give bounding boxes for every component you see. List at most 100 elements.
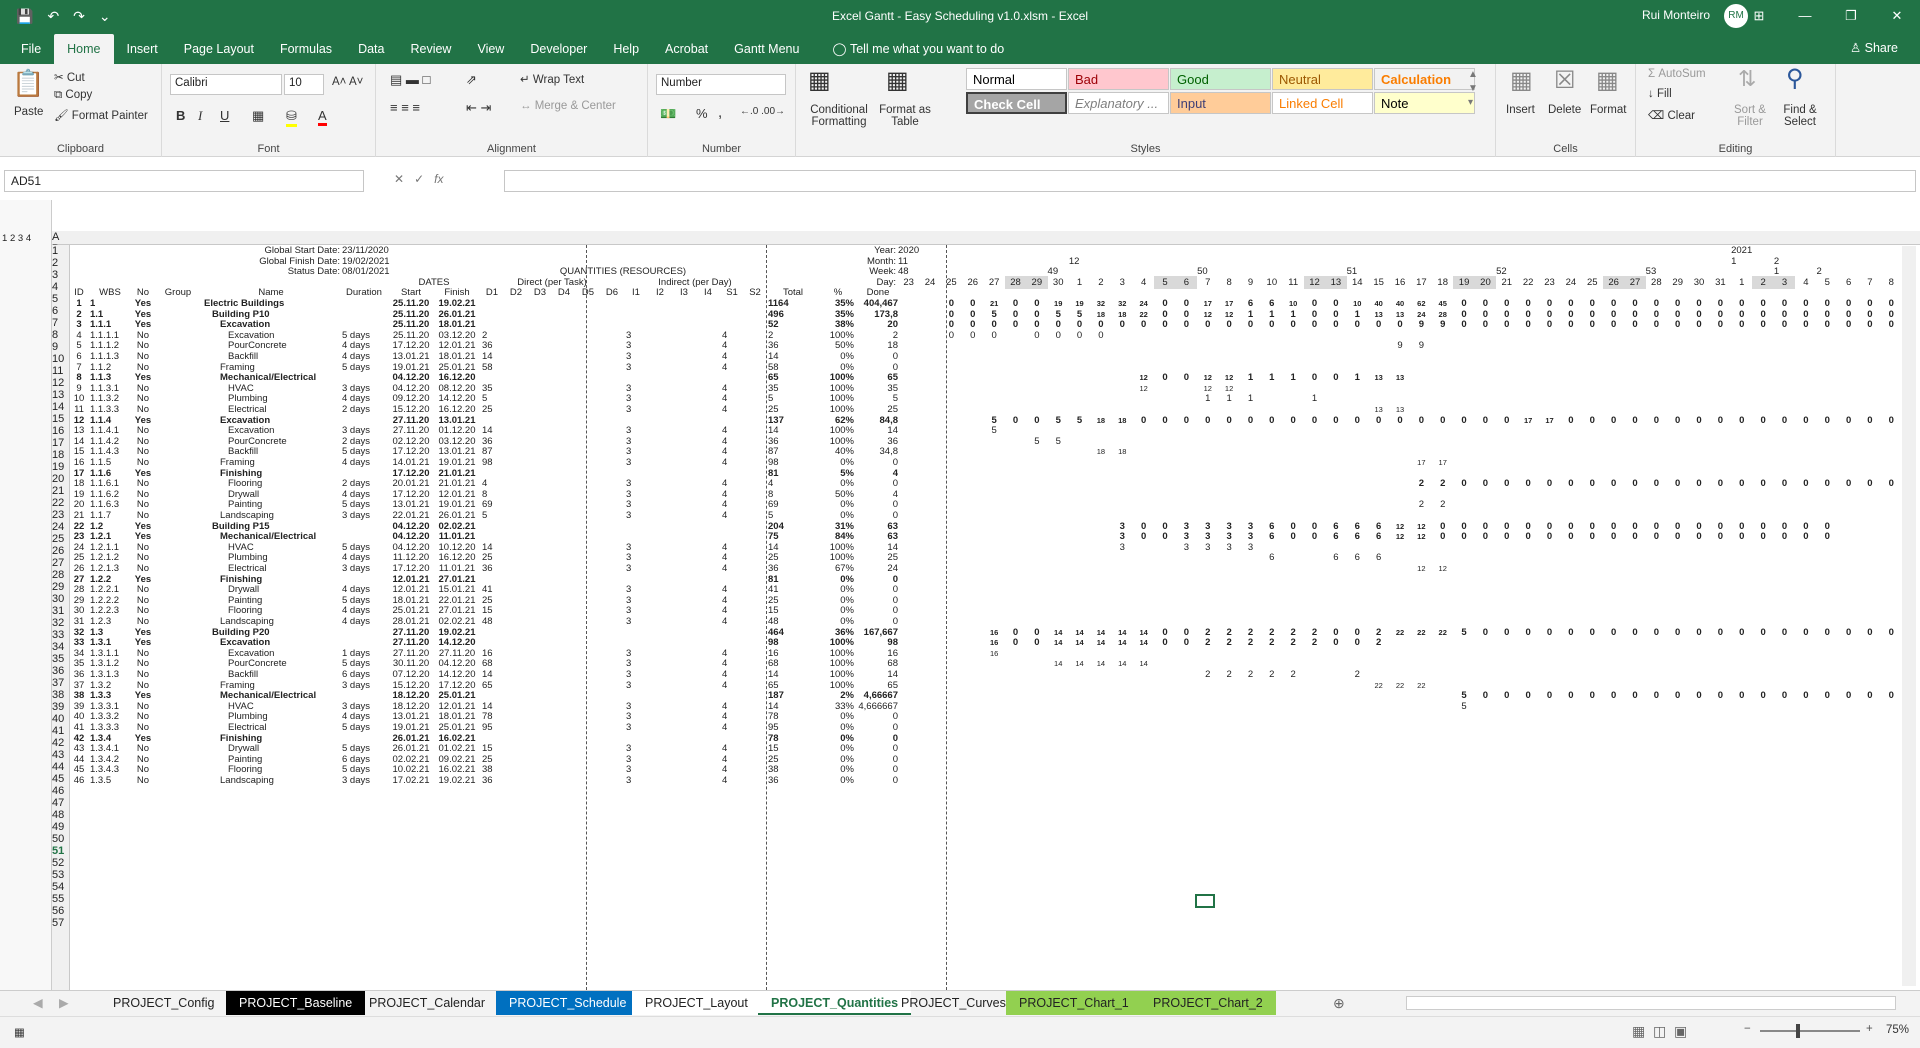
row-header[interactable]: 25: [52, 533, 69, 545]
close-button[interactable]: ✕: [1874, 0, 1920, 32]
row-header[interactable]: 24: [52, 521, 69, 533]
cell-style-check-cell[interactable]: Check Cell: [966, 92, 1067, 114]
comma-button[interactable]: ,: [718, 104, 722, 121]
delete-button[interactable]: Delete: [1548, 104, 1581, 116]
clear-button[interactable]: ⌫ Clear: [1648, 108, 1695, 122]
row-header[interactable]: 52: [52, 857, 69, 869]
zoom-slider-thumb[interactable]: [1796, 1024, 1800, 1038]
indent-icon[interactable]: ⇤ ⇥: [466, 100, 491, 116]
merge-center-button[interactable]: ↔ Merge & Center: [520, 100, 616, 112]
row-header[interactable]: 36: [52, 665, 69, 677]
format-cells-icon[interactable]: ▦: [1596, 66, 1619, 95]
row-header[interactable]: 13: [52, 389, 69, 401]
row-header[interactable]: 16: [52, 425, 69, 437]
font-size-select[interactable]: 10: [284, 74, 324, 95]
cell-style-bad[interactable]: Bad: [1068, 68, 1169, 90]
formula-input[interactable]: [504, 170, 1916, 192]
cell-style-good[interactable]: Good: [1170, 68, 1271, 90]
tell-me-search[interactable]: ◯ Tell me what you want to do: [832, 34, 1004, 64]
sort-filter-icon[interactable]: ⇅: [1738, 66, 1756, 92]
conditional-formatting-button[interactable]: Conditional Formatting: [808, 104, 870, 128]
grow-font-icon[interactable]: A˄ A˅: [332, 76, 363, 88]
row-header[interactable]: 3: [52, 269, 69, 281]
tab-insert[interactable]: Insert: [114, 34, 171, 64]
zoom-slider[interactable]: [1760, 1030, 1860, 1032]
cell-style-normal[interactable]: Normal: [966, 68, 1067, 90]
row-header[interactable]: 34: [52, 641, 69, 653]
italic-button[interactable]: I: [198, 108, 202, 124]
fx-icon[interactable]: fx: [434, 172, 443, 186]
sheet-tab-project-layout[interactable]: PROJECT_Layout: [632, 991, 761, 1015]
row-header[interactable]: 39: [52, 701, 69, 713]
tab-view[interactable]: View: [464, 34, 517, 64]
insert-button[interactable]: Insert: [1506, 104, 1535, 116]
enter-icon[interactable]: ✓: [414, 172, 424, 186]
tab-file[interactable]: File: [8, 34, 54, 64]
row-header[interactable]: 54: [52, 881, 69, 893]
format-button[interactable]: Format: [1590, 104, 1626, 116]
row-header[interactable]: 38: [52, 689, 69, 701]
row-header[interactable]: 12: [52, 377, 69, 389]
font-name-select[interactable]: Calibri: [170, 74, 282, 95]
row-header[interactable]: 35: [52, 653, 69, 665]
row-header[interactable]: 11: [52, 365, 69, 377]
row-header[interactable]: 51: [52, 845, 69, 857]
maximize-button[interactable]: ❐: [1828, 0, 1874, 32]
row-header[interactable]: 37: [52, 677, 69, 689]
align-left-icon[interactable]: ≡ ≡ ≡: [390, 100, 420, 115]
sheet-tab-project-schedule[interactable]: PROJECT_Schedule: [496, 991, 640, 1015]
share-button[interactable]: ♙ Share: [1850, 40, 1898, 55]
row-header[interactable]: 7: [52, 317, 69, 329]
row-header[interactable]: 21: [52, 485, 69, 497]
orientation-icon[interactable]: ⇗: [466, 72, 477, 88]
sort-filter-button[interactable]: Sort & Filter: [1728, 104, 1772, 128]
tab-acrobat[interactable]: Acrobat: [652, 34, 721, 64]
selected-cell[interactable]: [1195, 894, 1215, 908]
row-header[interactable]: 53: [52, 869, 69, 881]
tab-help[interactable]: Help: [600, 34, 652, 64]
minimize-button[interactable]: —: [1782, 0, 1828, 32]
decimal-icon[interactable]: ←.0 .00→: [740, 106, 785, 117]
borders-icon[interactable]: ▦: [252, 108, 264, 124]
percent-button[interactable]: %: [696, 106, 708, 121]
format-painter-button[interactable]: 🖌 Format Painter: [54, 108, 148, 122]
row-header[interactable]: 19: [52, 461, 69, 473]
row-header[interactable]: 23: [52, 509, 69, 521]
save-icon[interactable]: 💾: [16, 8, 33, 25]
row-header[interactable]: 2: [52, 257, 69, 269]
zoom-out-icon[interactable]: −: [1744, 1023, 1751, 1035]
conditional-formatting-icon[interactable]: ▦: [808, 66, 831, 95]
column-header-a[interactable]: A: [52, 231, 70, 243]
sheet-tab-project-chart-1[interactable]: PROJECT_Chart_1: [1006, 991, 1142, 1015]
align-top-icon[interactable]: ▤ ▬ □: [390, 72, 430, 88]
row-header[interactable]: 29: [52, 581, 69, 593]
user-name[interactable]: Rui Monteiro: [1642, 8, 1710, 22]
row-header[interactable]: 49: [52, 821, 69, 833]
name-box[interactable]: AD51: [4, 170, 364, 192]
row-header[interactable]: 10: [52, 353, 69, 365]
tab-formulas[interactable]: Formulas: [267, 34, 345, 64]
cell-style-input[interactable]: Input: [1170, 92, 1271, 114]
underline-button[interactable]: U: [220, 108, 229, 123]
row-header[interactable]: 33: [52, 629, 69, 641]
autosum-button[interactable]: Σ AutoSum: [1648, 68, 1706, 80]
fill-button[interactable]: ↓ Fill: [1648, 88, 1672, 100]
row-header[interactable]: 40: [52, 713, 69, 725]
customize-quick-access-icon[interactable]: ⌄: [99, 8, 111, 25]
copy-button[interactable]: ⧉ Copy: [54, 89, 92, 102]
row-header[interactable]: 17: [52, 437, 69, 449]
sheet-tab-project-curves[interactable]: PROJECT_Curves: [888, 991, 1019, 1015]
sheet-tab-project-baseline[interactable]: PROJECT_Baseline: [226, 991, 366, 1015]
wrap-text-button[interactable]: ↵ Wrap Text: [520, 72, 584, 86]
delete-cells-icon[interactable]: ☒: [1554, 66, 1576, 95]
tab-data[interactable]: Data: [345, 34, 397, 64]
macro-record-icon[interactable]: ▦: [14, 1025, 25, 1039]
sheet-tab-project-config[interactable]: PROJECT_Config: [100, 991, 227, 1015]
row-header[interactable]: 27: [52, 557, 69, 569]
row-header[interactable]: 41: [52, 725, 69, 737]
row-header[interactable]: 47: [52, 797, 69, 809]
gallery-scroll-icon[interactable]: ▲ ▼ ▾: [1468, 68, 1478, 110]
row-header[interactable]: 30: [52, 593, 69, 605]
zoom-in-icon[interactable]: +: [1866, 1023, 1873, 1035]
row-header[interactable]: 50: [52, 833, 69, 845]
